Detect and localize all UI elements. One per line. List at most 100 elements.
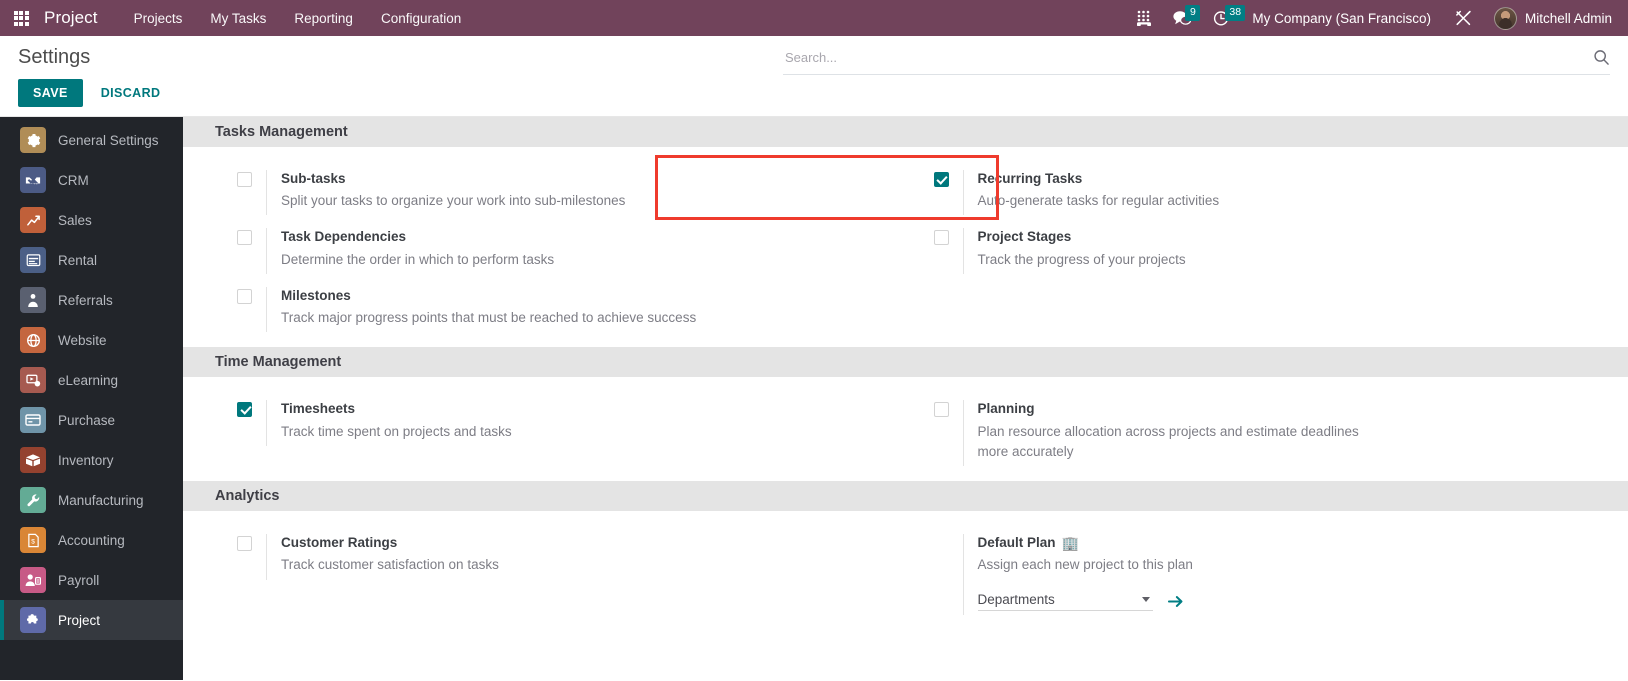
setting-description: Split your tasks to organize your work i… bbox=[281, 193, 626, 209]
setting-sub-tasks[interactable]: Sub-tasks Split your tasks to organize y… bbox=[215, 164, 904, 222]
setting-label: Recurring Tasks bbox=[978, 170, 1609, 188]
setting-description: Assign each new project to this plan bbox=[977, 557, 1193, 573]
setting-body: Planning Plan resource allocation across… bbox=[962, 400, 1609, 467]
sidebar-item-general-settings[interactable]: General Settings bbox=[0, 120, 183, 160]
setting-planning[interactable]: Planning Plan resource allocation across… bbox=[912, 394, 1609, 473]
sidebar-item-label: Accounting bbox=[58, 532, 125, 548]
setting-label-text: Recurring Tasks bbox=[977, 171, 1083, 186]
sidebar-item-label: General Settings bbox=[58, 132, 159, 148]
app-body: General Settings CRM Sales Rental Referr bbox=[0, 117, 1628, 680]
app-brand-project[interactable]: Project bbox=[44, 8, 98, 28]
chevron-down-icon[interactable] bbox=[1141, 596, 1150, 602]
crossed-tools-icon[interactable] bbox=[1443, 0, 1484, 36]
setting-label: Default Plan 🏢 bbox=[978, 534, 1609, 552]
sidebar-item-inventory[interactable]: Inventory bbox=[0, 440, 183, 480]
checkbox-recurring-tasks[interactable] bbox=[933, 172, 949, 187]
card-icon bbox=[20, 407, 46, 433]
setting-label-text: Project Stages bbox=[977, 229, 1072, 245]
sidebar-item-accounting[interactable]: $ Accounting bbox=[0, 520, 183, 560]
section-title-tasks-management: Tasks Management bbox=[183, 117, 1628, 147]
search-icon[interactable] bbox=[1585, 49, 1610, 66]
checkbox-wrap bbox=[237, 228, 266, 248]
checkbox-wrap bbox=[237, 400, 266, 420]
checkbox-project-stages[interactable] bbox=[933, 230, 949, 246]
default-plan-select[interactable]: Departments bbox=[977, 592, 1153, 611]
arrow-right-icon[interactable] bbox=[1167, 594, 1184, 609]
activities-count-badge: 38 bbox=[1225, 5, 1246, 21]
sidebar-item-website[interactable]: Website bbox=[0, 320, 183, 360]
setting-body: Recurring Tasks Auto-generate tasks for … bbox=[962, 170, 1609, 216]
sidebar-item-project[interactable]: Project bbox=[0, 600, 183, 640]
checkbox-planning[interactable] bbox=[933, 402, 949, 418]
setting-description: Track customer satisfaction on tasks bbox=[281, 557, 499, 573]
sidebar-item-rental[interactable]: Rental bbox=[0, 240, 183, 280]
setting-timesheets[interactable]: Timesheets Track time spent on projects … bbox=[215, 394, 904, 452]
setting-task-dependencies[interactable]: Task Dependencies Determine the order in… bbox=[215, 222, 904, 280]
setting-milestones[interactable]: Milestones Track major progress points t… bbox=[215, 281, 904, 339]
settings-column-right: Recurring Tasks Auto-generate tasks for … bbox=[912, 164, 1609, 339]
checkbox-milestones[interactable] bbox=[237, 288, 252, 304]
section-body-analytics: Customer Ratings Track customer satisfac… bbox=[215, 511, 1608, 629]
setting-description: Track major progress points that must be… bbox=[281, 310, 697, 326]
menu-my-tasks[interactable]: My Tasks bbox=[196, 3, 280, 34]
save-button[interactable]: SAVE bbox=[18, 79, 83, 107]
handshake-icon bbox=[20, 167, 46, 193]
checkbox-wrap bbox=[933, 400, 963, 420]
sidebar-item-referrals[interactable]: Referrals bbox=[0, 280, 183, 320]
setting-label: Task Dependencies bbox=[281, 228, 904, 246]
setting-body: Task Dependencies Determine the order in… bbox=[266, 228, 904, 274]
default-plan-value[interactable]: Departments bbox=[978, 592, 1142, 607]
checkbox-customer-ratings[interactable] bbox=[237, 536, 252, 552]
menu-reporting[interactable]: Reporting bbox=[280, 3, 367, 34]
menu-configuration[interactable]: Configuration bbox=[367, 3, 475, 34]
sidebar-item-purchase[interactable]: Purchase bbox=[0, 400, 183, 440]
sidebar-item-elearning[interactable]: eLearning bbox=[0, 360, 183, 400]
setting-recurring-tasks[interactable]: Recurring Tasks Auto-generate tasks for … bbox=[912, 164, 1609, 222]
setting-customer-ratings[interactable]: Customer Ratings Track customer satisfac… bbox=[215, 528, 904, 586]
section-title-analytics: Analytics bbox=[183, 481, 1628, 512]
menu-projects[interactable]: Projects bbox=[120, 3, 197, 34]
checkbox-sub-tasks[interactable] bbox=[237, 172, 252, 187]
sidebar-item-sales[interactable]: Sales bbox=[0, 200, 183, 240]
setting-description: Auto-generate tasks for regular activiti… bbox=[977, 193, 1220, 209]
dialpad-icon[interactable] bbox=[1125, 0, 1162, 36]
setting-description: Track time spent on projects and tasks bbox=[281, 423, 512, 439]
setting-body: Customer Ratings Track customer satisfac… bbox=[266, 534, 904, 580]
checkbox-task-dependencies[interactable] bbox=[237, 230, 252, 246]
section-body-tasks-management: Sub-tasks Split your tasks to organize y… bbox=[215, 147, 1608, 347]
sidebar-item-label: Sales bbox=[58, 212, 92, 228]
setting-label: Planning bbox=[978, 400, 1609, 418]
settings-column-left: Timesheets Track time spent on projects … bbox=[215, 394, 912, 473]
checkbox-wrap bbox=[237, 170, 266, 190]
sidebar-item-label: Website bbox=[58, 332, 107, 348]
chart-up-icon bbox=[20, 207, 46, 233]
setting-label-text: Customer Ratings bbox=[281, 535, 398, 551]
checkbox-wrap-empty bbox=[934, 534, 963, 536]
sidebar-item-crm[interactable]: CRM bbox=[0, 160, 183, 200]
settings-column-right: Default Plan 🏢 Assign each new project t… bbox=[912, 528, 1609, 621]
apps-grid-icon[interactable] bbox=[6, 3, 36, 33]
company-switcher[interactable]: My Company (San Francisco) bbox=[1240, 11, 1443, 26]
settings-column-left: Customer Ratings Track customer satisfac… bbox=[215, 528, 912, 621]
checkbox-timesheets[interactable] bbox=[237, 402, 252, 418]
sidebar-item-label: Referrals bbox=[58, 292, 113, 308]
checkbox-wrap bbox=[933, 170, 963, 190]
discard-button[interactable]: DISCARD bbox=[89, 79, 173, 107]
setting-project-stages[interactable]: Project Stages Track the progress of you… bbox=[912, 222, 1609, 280]
section-body-time-management: Timesheets Track time spent on projects … bbox=[215, 377, 1608, 481]
activities-clock-icon[interactable]: 38 bbox=[1202, 0, 1246, 36]
invoice-icon: $ bbox=[20, 527, 46, 553]
settings-content: Tasks Management Sub-tasks Split your ta… bbox=[183, 117, 1628, 680]
setting-body: Milestones Track major progress points t… bbox=[266, 286, 904, 333]
messages-icon[interactable]: 9 bbox=[1162, 0, 1202, 36]
setting-label: Timesheets bbox=[281, 400, 904, 418]
user-menu[interactable]: Mitchell Admin bbox=[1484, 6, 1616, 30]
setting-description: Plan resource allocation across projects… bbox=[977, 423, 1359, 459]
setting-label: Milestones bbox=[281, 287, 904, 305]
section-title-time-management: Time Management bbox=[183, 347, 1628, 378]
sidebar-item-label: Rental bbox=[58, 252, 98, 268]
sidebar-item-manufacturing[interactable]: Manufacturing bbox=[0, 480, 183, 520]
search-input[interactable] bbox=[783, 48, 1585, 67]
sidebar-item-payroll[interactable]: Payroll bbox=[0, 560, 183, 600]
navbar-systray: 9 38 My Company (San Francisco) Mitchell… bbox=[1125, 0, 1616, 36]
